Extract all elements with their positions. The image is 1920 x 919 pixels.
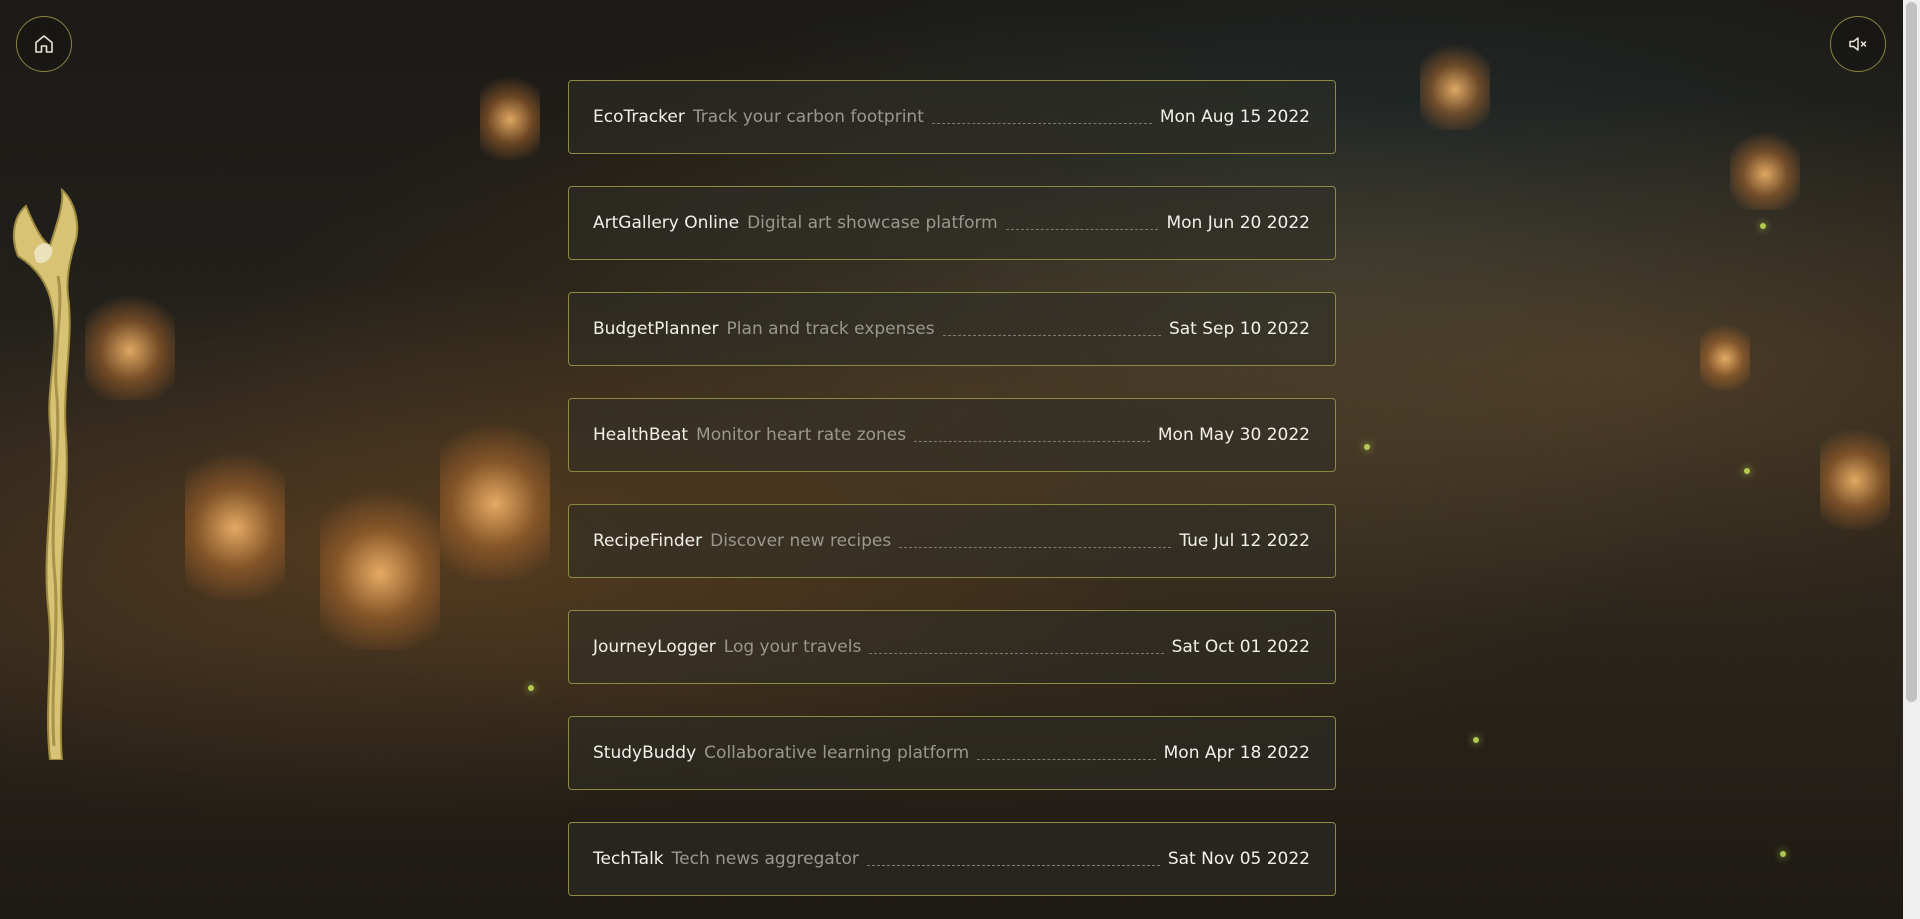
dotted-leader [869,652,1164,654]
project-date: Sat Sep 10 2022 [1168,319,1310,339]
mute-button[interactable] [1830,16,1886,72]
home-icon [35,35,53,53]
wizard-staff-image [12,187,79,760]
project-name: EcoTracker [593,107,685,127]
project-date: Mon Apr 18 2022 [1163,743,1310,763]
dotted-leader [942,334,1161,336]
project-card[interactable]: RecipeFinder Discover new recipes Tue Jul … [568,504,1336,578]
project-date: Mon May 30 2022 [1157,425,1310,445]
project-card[interactable]: TechTalk Tech news aggregator Sat Nov 05 2… [568,822,1336,896]
project-name: ArtGallery Online [593,213,740,233]
dotted-leader [1005,228,1159,230]
speaker-muted-icon [1849,37,1867,51]
project-date: Tue Jul 12 2022 [1179,531,1310,551]
scrollbar-thumb[interactable] [1906,2,1917,702]
project-description: Discover new recipes [710,531,892,551]
dotted-leader [899,546,1172,548]
dotted-leader [914,440,1150,442]
project-description: Log your travels [723,637,862,657]
project-date: Mon Jun 20 2022 [1166,213,1310,233]
project-date: Mon Aug 15 2022 [1159,107,1310,127]
project-list: EcoTracker Track your carbon footprint Mon… [568,80,1336,919]
project-card[interactable]: ArtGallery Online Digital art showcase pl… [568,186,1336,260]
project-card[interactable]: HealthBeat Monitor heart rate zones Mon Ma… [568,398,1336,472]
project-name: JourneyLogger [593,637,716,657]
project-card[interactable]: JourneyLogger Log your travels Sat Oct 01 … [568,610,1336,684]
project-card[interactable]: BudgetPlanner Plan and track expenses Sat … [568,292,1336,366]
dotted-leader [977,758,1156,760]
project-name: BudgetPlanner [593,319,719,339]
dotted-leader [866,864,1160,866]
project-name: RecipeFinder [593,531,703,551]
project-date: Sat Oct 01 2022 [1171,637,1310,657]
dotted-leader [931,122,1152,124]
project-description: Track your carbon footprint [692,107,924,127]
project-card[interactable]: EcoTracker Track your carbon footprint Mon… [568,80,1336,154]
project-date: Sat Nov 05 2022 [1167,849,1310,869]
home-button[interactable] [16,16,72,72]
project-name: HealthBeat [593,425,689,445]
project-name: TechTalk [593,849,664,869]
project-card[interactable]: StudyBuddy Collaborative learning platfor… [568,716,1336,790]
project-description: Monitor heart rate zones [696,425,907,445]
project-description: Tech news aggregator [671,849,859,869]
project-description: Collaborative learning platform [704,743,970,763]
project-description: Plan and track expenses [726,319,935,339]
project-name: StudyBuddy [593,743,697,763]
project-description: Digital art showcase platform [747,213,998,233]
